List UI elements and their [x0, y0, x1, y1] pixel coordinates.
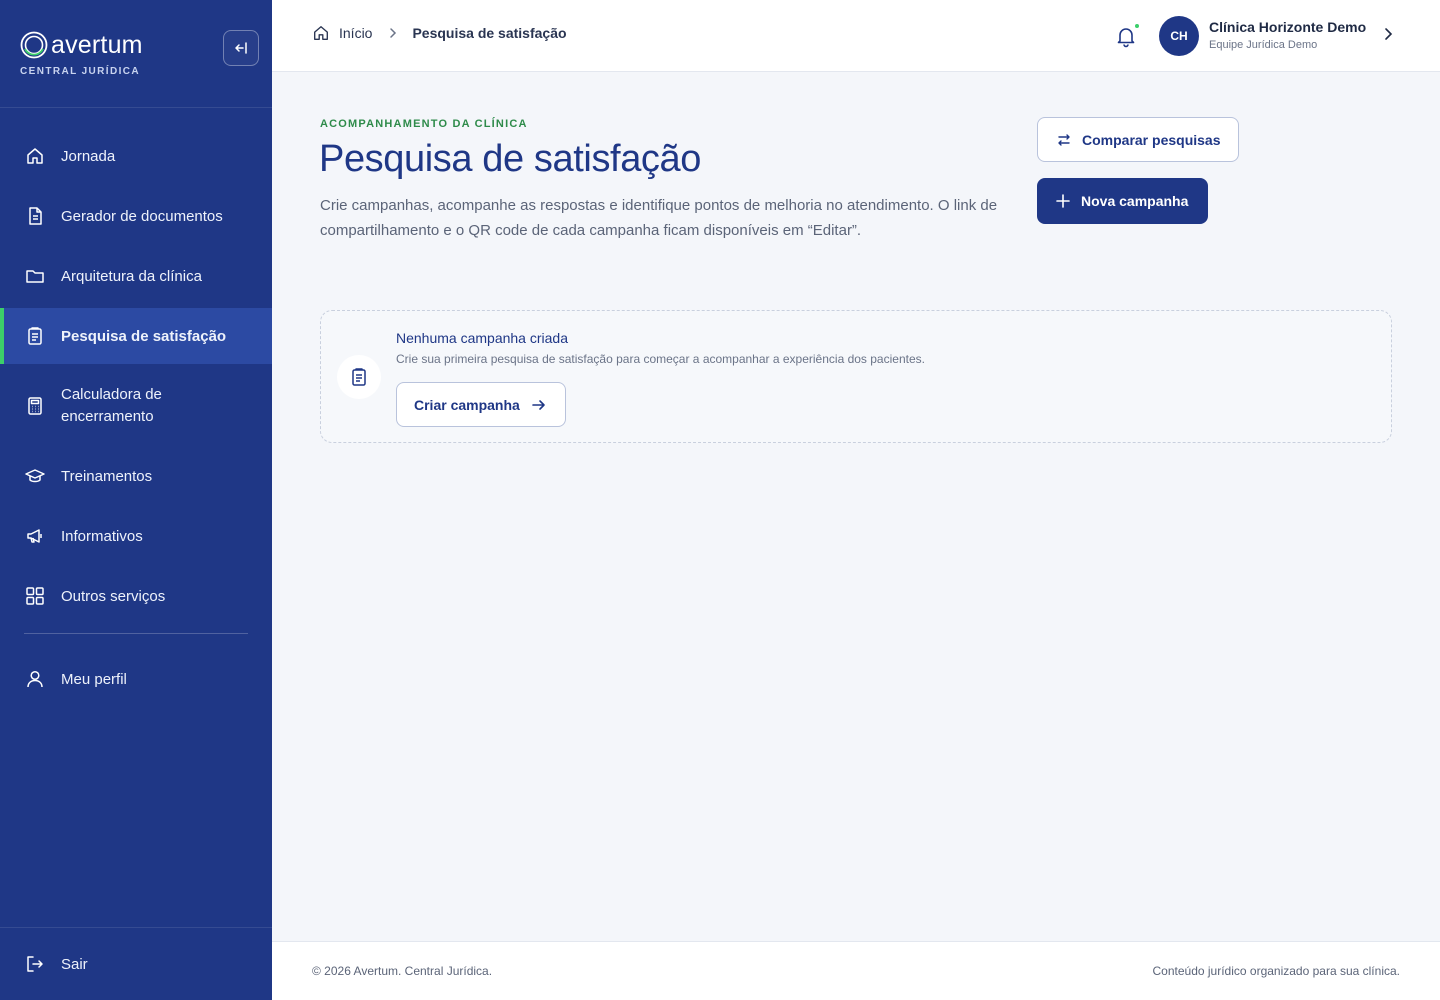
- breadcrumb: Início Pesquisa de satisfação: [312, 24, 567, 42]
- empty-state-title: Nenhuma campanha criada: [396, 330, 568, 346]
- notifications-button[interactable]: [1114, 24, 1138, 48]
- sidebar-item-arquitetura-clinica[interactable]: Arquitetura da clínica: [0, 246, 272, 306]
- empty-state-subtitle: Crie sua primeira pesquisa de satisfação…: [396, 352, 925, 366]
- avertum-logo-icon: [20, 31, 48, 59]
- page-title: Pesquisa de satisfação: [319, 138, 701, 180]
- sidebar-item-label: Pesquisa de satisfação: [61, 327, 227, 345]
- new-campaign-label: Nova campanha: [1081, 193, 1189, 209]
- page-footer: © 2026 Avertum. Central Jurídica. Conteú…: [272, 941, 1440, 1000]
- sidebar-item-meu-perfil[interactable]: Meu perfil: [0, 649, 272, 709]
- arrow-right-icon: [531, 397, 547, 413]
- folder-icon: [24, 265, 46, 287]
- sidebar-profile-section: Meu perfil: [0, 649, 272, 709]
- sidebar: avertum CENTRAL JURÍDICA Jornada Gerador…: [0, 0, 272, 1000]
- survey-icon: [337, 355, 381, 399]
- breadcrumb-current: Pesquisa de satisfação: [412, 25, 567, 41]
- compare-surveys-label: Comparar pesquisas: [1082, 131, 1221, 148]
- sidebar-divider: [0, 927, 272, 928]
- sidebar-item-label: Arquitetura da clínica: [61, 267, 202, 285]
- sidebar-divider: [0, 107, 272, 108]
- sidebar-item-informativos[interactable]: Informativos: [0, 506, 272, 566]
- bell-icon: [1117, 28, 1135, 48]
- create-campaign-button[interactable]: Criar campanha: [396, 382, 566, 427]
- user-icon: [24, 668, 46, 690]
- sidebar-divider: [24, 633, 248, 634]
- sidebar-item-treinamentos[interactable]: Treinamentos: [0, 446, 272, 506]
- sidebar-nav: Jornada Gerador de documentos Arquitetur…: [0, 126, 272, 626]
- swap-arrows-icon: [1056, 132, 1072, 148]
- sidebar-logout-section: Sair: [0, 934, 272, 994]
- chevron-right-icon: [386, 26, 400, 40]
- top-header: Início Pesquisa de satisfação CH Clínica…: [272, 0, 1440, 72]
- survey-icon: [24, 325, 46, 347]
- sidebar-item-label: Treinamentos: [61, 467, 153, 485]
- sidebar-item-label: Calculadora de encerramento: [61, 386, 162, 425]
- brand-logo[interactable]: avertum CENTRAL JURÍDICA: [20, 30, 143, 77]
- sidebar-item-label: Jornada: [61, 147, 116, 165]
- sidebar-item-label: Gerador de documentos: [61, 207, 223, 225]
- brand-subtitle: CENTRAL JURÍDICA: [20, 66, 140, 77]
- footer-copyright: © 2026 Avertum. Central Jurídica.: [312, 964, 493, 978]
- notification-dot: [1135, 24, 1139, 28]
- sidebar-item-label: Meu perfil: [61, 670, 127, 688]
- compare-surveys-button[interactable]: Comparar pesquisas: [1037, 117, 1239, 162]
- avatar[interactable]: CH: [1159, 16, 1199, 56]
- document-icon: [24, 205, 46, 227]
- home-icon: [24, 145, 46, 167]
- logout-label: Sair: [61, 955, 88, 973]
- collapse-left-icon: [235, 42, 247, 54]
- user-menu-chevron-icon[interactable]: [1380, 26, 1396, 47]
- sidebar-item-calculadora-encerramento[interactable]: Calculadora de encerramento: [0, 366, 272, 446]
- user-name[interactable]: Clínica Horizonte Demo: [1209, 19, 1366, 35]
- logout-icon: [24, 953, 46, 975]
- footer-tagline: Conteúdo jurídico organizado para sua cl…: [1152, 964, 1401, 978]
- empty-state-card: Nenhuma campanha criada Crie sua primeir…: [320, 310, 1392, 443]
- section-eyebrow: ACOMPANHAMENTO DA CLÍNICA: [320, 118, 528, 130]
- sidebar-item-outros-servicos[interactable]: Outros serviços: [0, 566, 272, 626]
- new-campaign-button[interactable]: Nova campanha: [1037, 178, 1208, 224]
- sidebar-item-label: Outros serviços: [61, 587, 166, 605]
- home-icon: [312, 24, 330, 42]
- page-description: Crie campanhas, acompanhe as respostas e…: [320, 197, 998, 239]
- create-campaign-label: Criar campanha: [414, 396, 520, 413]
- sidebar-item-gerador-documentos[interactable]: Gerador de documentos: [0, 186, 272, 246]
- logout-button[interactable]: Sair: [0, 934, 272, 994]
- plus-icon: [1056, 194, 1070, 208]
- collapse-sidebar-button[interactable]: [223, 30, 259, 66]
- brand-name: avertum: [51, 31, 143, 59]
- breadcrumb-home-link[interactable]: Início: [339, 25, 372, 41]
- sidebar-item-label: Informativos: [61, 527, 143, 545]
- grid-icon: [24, 585, 46, 607]
- sidebar-item-pesquisa-satisfacao[interactable]: Pesquisa de satisfação: [0, 308, 272, 364]
- graduation-cap-icon: [24, 465, 46, 487]
- user-role: Equipe Jurídica Demo: [1209, 39, 1318, 51]
- calculator-icon: [24, 395, 46, 417]
- megaphone-icon: [24, 525, 46, 547]
- sidebar-item-jornada[interactable]: Jornada: [0, 126, 272, 186]
